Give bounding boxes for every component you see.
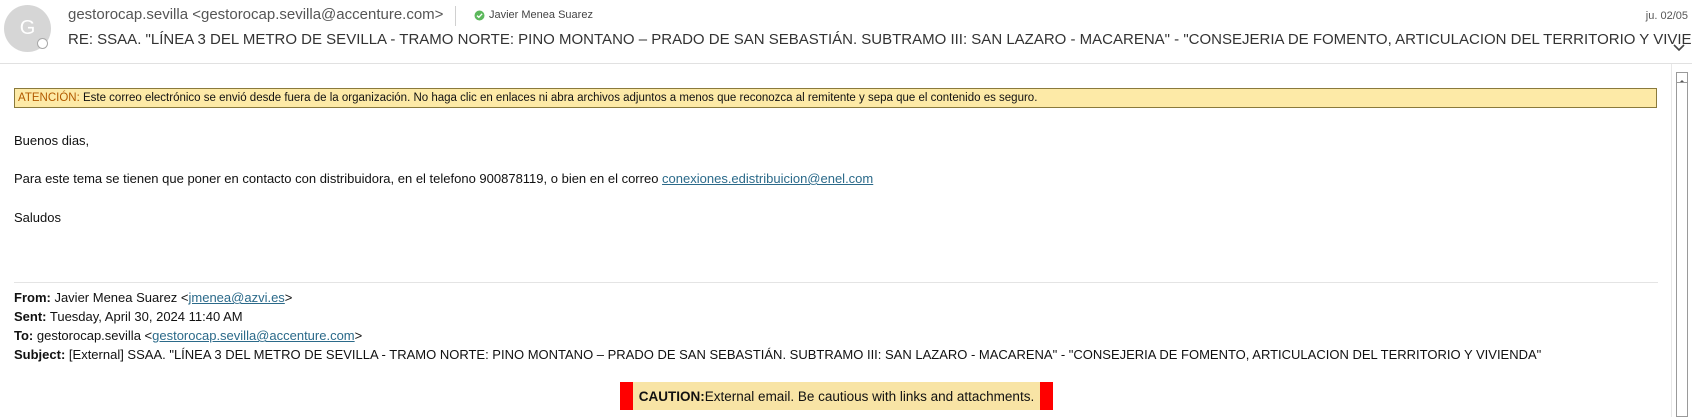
warning-lead: ATENCIÓN: [18, 92, 80, 104]
to-name: gestorocap.sevilla < [33, 328, 153, 343]
greeting: Buenos dias, [14, 133, 90, 148]
from-label: From: [14, 290, 51, 305]
message-body: ATENCIÓN: Este correo electrónico se env… [0, 64, 1672, 417]
from-email-link[interactable]: jmenea@azvi.es [189, 290, 285, 305]
sent-label: Sent: [14, 309, 47, 324]
presence-icon [37, 38, 48, 49]
recipient-name: Javier Menea Suarez [489, 9, 593, 21]
subject-value: [External] SSAA. "LÍNEA 3 DEL METRO DE S… [65, 347, 1542, 362]
from-name: Javier Menea Suarez < [50, 290, 189, 305]
header-divider [455, 6, 456, 26]
message-text: Para este tema se tienen que poner en co… [14, 171, 663, 186]
to-label: To: [14, 328, 34, 343]
caution-banner: CAUTION: External email. Be cautious wit… [620, 382, 1053, 410]
quoted-from: From: Javier Menea Suarez <jmenea@azvi.e… [14, 290, 292, 305]
message-paragraph: Para este tema se tienen que poner en co… [14, 171, 873, 186]
vertical-scrollbar[interactable] [1671, 64, 1692, 417]
caution-label: CAUTION: [638, 388, 705, 404]
sender[interactable]: gestorocap.sevilla <gestorocap.sevilla@a… [68, 6, 443, 23]
quoted-subject: Subject: [External] SSAA. "LÍNEA 3 DEL M… [14, 347, 1541, 362]
to-email-link[interactable]: gestorocap.sevilla@accenture.com [152, 328, 355, 343]
warning-text: Este correo electrónico se envió desde f… [79, 92, 1038, 104]
subject-label: Subject: [14, 347, 66, 362]
received-date: ju. 02/05 [1645, 10, 1688, 22]
quote-divider [14, 282, 1658, 283]
quoted-sent: Sent: Tuesday, April 30, 2024 11:40 AM [14, 309, 243, 324]
email-link[interactable]: conexiones.edistribuicion@enel.com [662, 171, 873, 186]
signoff: Saludos [14, 210, 61, 225]
recipient[interactable]: Javier Menea Suarez [474, 9, 593, 21]
message-subject: RE: SSAA. "LÍNEA 3 DEL METRO DE SEVILLA … [68, 31, 1692, 48]
sent-value: Tuesday, April 30, 2024 11:40 AM [46, 309, 243, 324]
caution-text: External email. Be cautious with links a… [704, 388, 1035, 404]
external-warning-banner: ATENCIÓN: Este correo electrónico se env… [14, 88, 1657, 108]
message-header: G gestorocap.sevilla <gestorocap.sevilla… [0, 0, 1692, 64]
scrollbar-track[interactable] [1676, 82, 1688, 417]
check-circle-icon [474, 10, 485, 21]
chevron-down-icon[interactable] [1672, 40, 1686, 52]
from-close: > [284, 290, 293, 305]
to-close: > [354, 328, 363, 343]
avatar-initial: G [19, 17, 36, 39]
quoted-to: To: gestorocap.sevilla <gestorocap.sevil… [14, 328, 362, 343]
